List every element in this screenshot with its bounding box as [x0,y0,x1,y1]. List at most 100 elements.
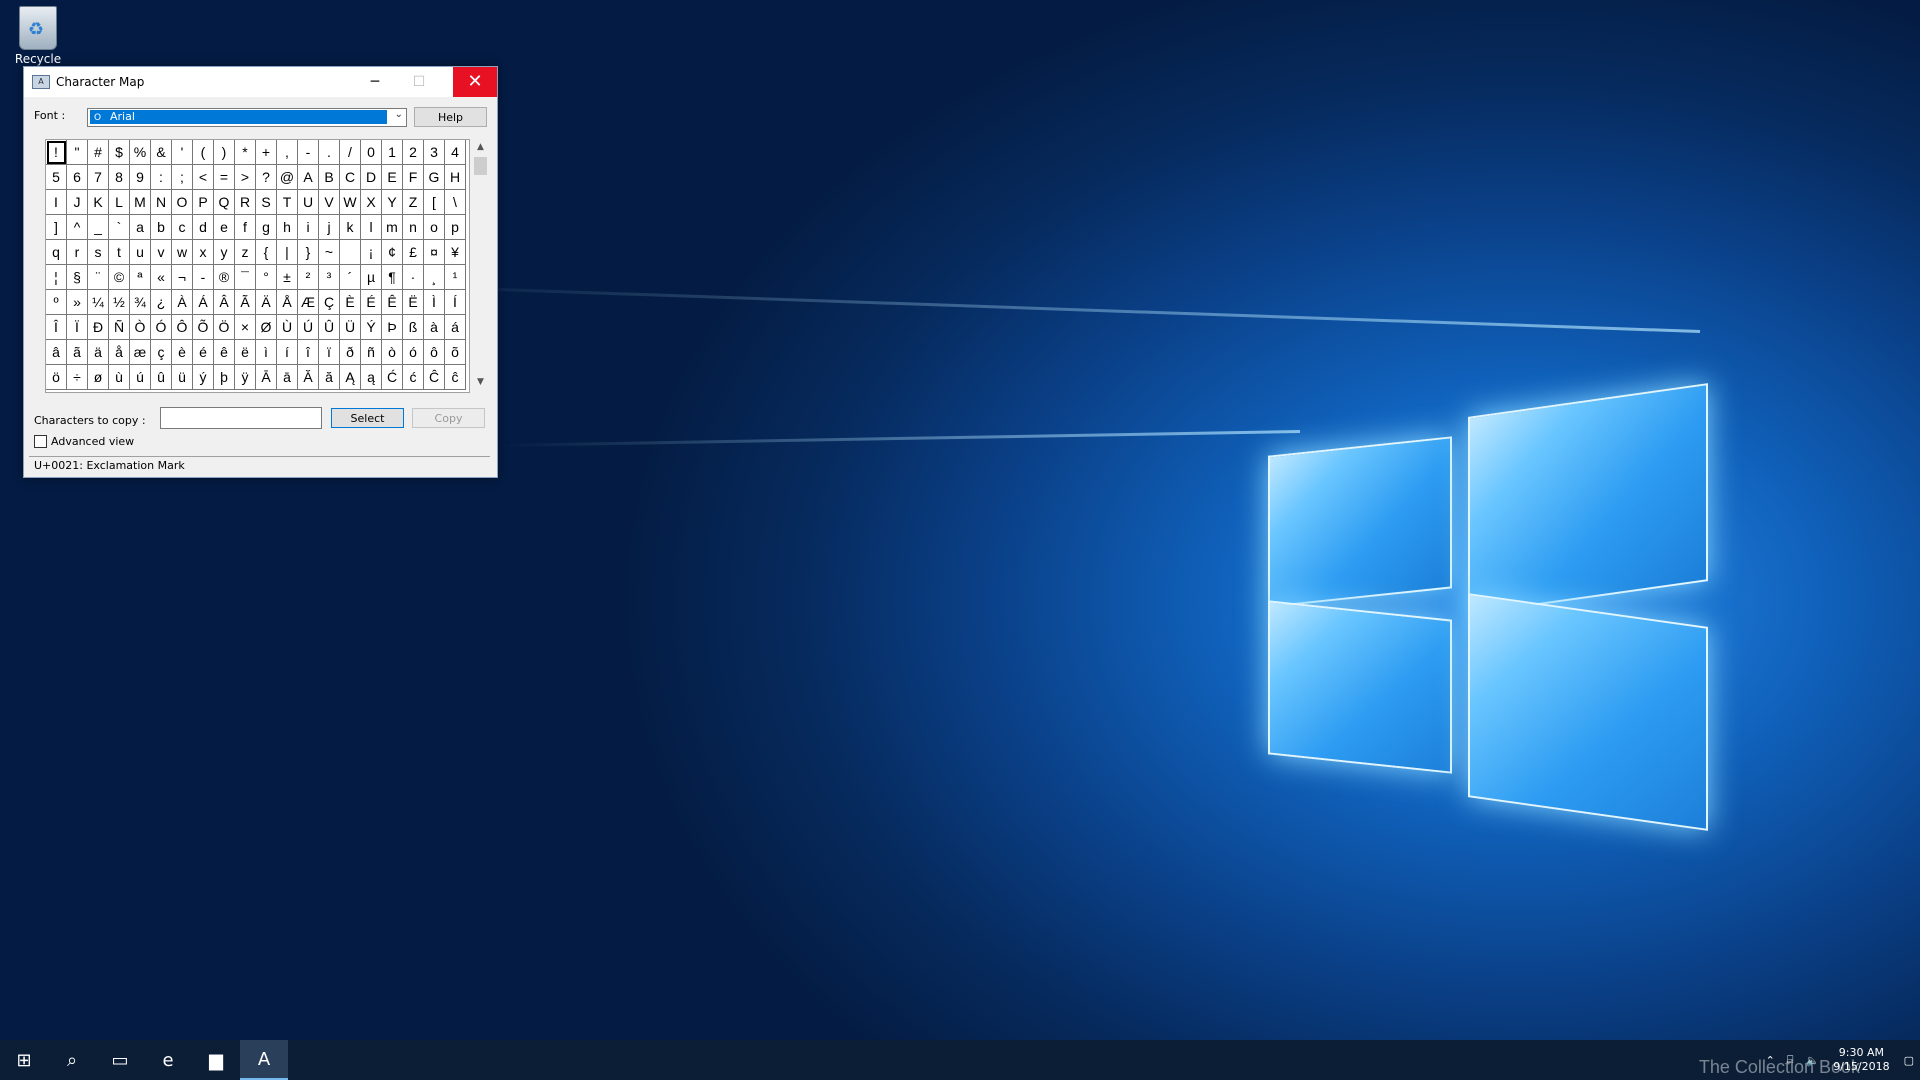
character-cell[interactable]: Ð [88,315,109,340]
character-cell[interactable]: [ [424,190,445,215]
scroll-up-icon[interactable]: ▲ [472,139,489,156]
character-cell[interactable]: ñ [361,340,382,365]
character-cell[interactable]: º [46,290,67,315]
character-cell[interactable]: t [109,240,130,265]
character-cell[interactable]: ö [46,365,67,390]
character-cell[interactable]: õ [445,340,466,365]
show-hidden-icons-icon[interactable]: ⌃ [1766,1054,1775,1067]
character-cell[interactable]: L [109,190,130,215]
character-cell[interactable]: Ö [214,315,235,340]
character-cell[interactable]: l [361,215,382,240]
character-cell[interactable]: ` [109,215,130,240]
character-cell[interactable]: æ [130,340,151,365]
character-cell[interactable]: 6 [67,165,88,190]
character-cell[interactable]: ý [193,365,214,390]
character-cell[interactable]: ê [214,340,235,365]
character-cell[interactable]: < [193,165,214,190]
character-cell[interactable]: f [235,215,256,240]
character-cell[interactable]: y [214,240,235,265]
character-cell[interactable]: ® [214,265,235,290]
character-cell[interactable]: ü [172,365,193,390]
character-cell[interactable]: Â [214,290,235,315]
character-cell[interactable]: A [298,165,319,190]
character-cell[interactable]: ) [214,140,235,165]
character-cell[interactable]: ¬ [172,265,193,290]
character-cell[interactable]: à [424,315,445,340]
edge-browser-icon[interactable]: e [144,1040,192,1080]
advanced-view-option[interactable]: Advanced view [34,435,134,448]
character-cell[interactable]: Ë [403,290,424,315]
character-cell[interactable]: ¯ [235,265,256,290]
character-cell[interactable]: È [340,290,361,315]
character-cell[interactable]: H [445,165,466,190]
character-cell[interactable]: v [151,240,172,265]
character-cell[interactable]: { [256,240,277,265]
character-cell[interactable]: ' [172,140,193,165]
character-cell[interactable]: ò [382,340,403,365]
character-cell[interactable]: Ã [235,290,256,315]
minimize-button[interactable]: ─ [353,67,397,97]
character-cell[interactable]: ß [403,315,424,340]
character-cell[interactable]: 8 [109,165,130,190]
character-cell[interactable]: / [340,140,361,165]
character-cell[interactable]: ¾ [130,290,151,315]
character-cell[interactable]: P [193,190,214,215]
character-cell[interactable]: Ñ [109,315,130,340]
character-cell[interactable]: # [88,140,109,165]
character-cell[interactable]: E [382,165,403,190]
character-cell[interactable]: ^ [67,215,88,240]
character-cell[interactable]: ª [130,265,151,290]
character-cell[interactable]: a [130,215,151,240]
character-cell[interactable]: µ [361,265,382,290]
character-cell[interactable]: 2 [403,140,424,165]
character-cell[interactable]: Ó [151,315,172,340]
character-cell[interactable]: ¶ [382,265,403,290]
character-cell[interactable]: i [298,215,319,240]
character-cell[interactable]: b [151,215,172,240]
network-icon[interactable]: ⌸ [1787,1053,1794,1067]
character-cell[interactable]: q [46,240,67,265]
character-cell[interactable]: ă [319,365,340,390]
character-cell[interactable]: Ă [298,365,319,390]
character-cell[interactable]: Ò [130,315,151,340]
character-cell[interactable]: ~ [319,240,340,265]
character-cell[interactable]: J [67,190,88,215]
character-cell[interactable]: Æ [298,290,319,315]
character-cell[interactable]: @ [277,165,298,190]
character-cell[interactable]: ! [46,140,67,165]
character-cell[interactable]: * [235,140,256,165]
character-cell[interactable]: Ú [298,315,319,340]
character-cell[interactable]: ú [130,365,151,390]
advanced-view-checkbox[interactable] [34,435,47,448]
character-cell[interactable]: _ [88,215,109,240]
character-cell[interactable]: ¸ [424,265,445,290]
character-cell[interactable]: ? [256,165,277,190]
character-cell[interactable] [340,240,361,265]
close-button[interactable]: ✕ [453,67,497,97]
character-cell[interactable]: É [361,290,382,315]
select-button[interactable]: Select [331,408,404,428]
clock[interactable]: 9:30 AM 9/15/2018 [1833,1046,1889,1074]
character-cell[interactable]: ¿ [151,290,172,315]
character-cell[interactable]: m [382,215,403,240]
character-cell[interactable]: \ [445,190,466,215]
volume-icon[interactable]: 🔈 [1805,1054,1819,1067]
task-view-icon[interactable]: ▭ [96,1040,144,1080]
character-cell[interactable]: W [340,190,361,215]
character-cell[interactable]: ð [340,340,361,365]
character-cell[interactable]: Á [193,290,214,315]
character-cell[interactable]: T [277,190,298,215]
character-cell[interactable]: Û [319,315,340,340]
characters-to-copy-input[interactable] [160,407,322,429]
character-cell[interactable]: Ê [382,290,403,315]
character-cell[interactable]: Î [46,315,67,340]
character-cell[interactable]: " [67,140,88,165]
character-cell[interactable]: ą [361,365,382,390]
character-cell[interactable]: ø [88,365,109,390]
title-bar[interactable]: A Character Map ─ ☐ ✕ [24,67,497,97]
character-cell[interactable]: - [193,265,214,290]
character-cell[interactable]: d [193,215,214,240]
character-cell[interactable]: ù [109,365,130,390]
character-cell[interactable]: | [277,240,298,265]
character-cell[interactable]: 0 [361,140,382,165]
